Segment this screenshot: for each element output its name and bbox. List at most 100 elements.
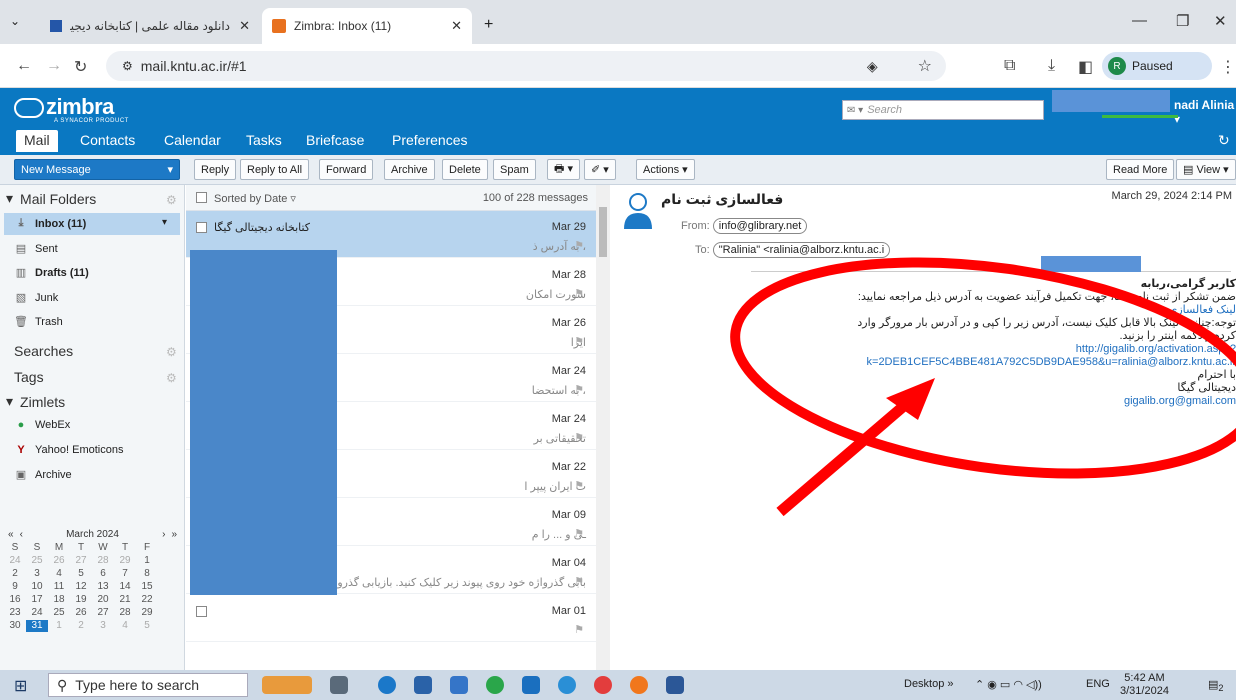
calendar-day[interactable]: 24: [26, 607, 48, 619]
body-email[interactable]: gigalib.org@gmail.com: [836, 395, 1236, 408]
back-icon[interactable]: ←: [16, 57, 32, 75]
prev-month-icon[interactable]: ‹: [20, 529, 23, 540]
tab-preferences[interactable]: Preferences: [392, 132, 467, 148]
folder-trash[interactable]: 🗑 Trash: [14, 315, 63, 329]
edge-icon[interactable]: [378, 676, 396, 694]
calendar-day[interactable]: 24: [4, 555, 26, 567]
notification-center-icon[interactable]: ▤2: [1208, 678, 1224, 693]
calendar-day[interactable]: 4: [114, 620, 136, 632]
sort-dropdown[interactable]: Sorted by Date ▿: [214, 192, 296, 205]
tags-gear-icon[interactable]: ⚙: [166, 371, 177, 385]
close-tab-icon[interactable]: ✕: [239, 18, 250, 34]
clock[interactable]: 5:42 AM 3/31/2024: [1120, 672, 1169, 698]
bookmark-star-icon[interactable]: ☆: [918, 56, 932, 76]
whatsapp-icon[interactable]: [486, 676, 504, 694]
collapse-icon[interactable]: ▾: [6, 393, 13, 410]
profile-button[interactable]: R Paused: [1102, 52, 1212, 80]
calendar-day[interactable]: 22: [136, 594, 158, 606]
calendar-day[interactable]: 30: [4, 620, 26, 632]
zimlets-header[interactable]: ▾ Zimlets: [6, 393, 65, 410]
calendar-day[interactable]: 13: [92, 581, 114, 593]
searches-header[interactable]: Searches: [14, 343, 73, 359]
mail-folders-header[interactable]: ▾ Mail Folders: [6, 190, 96, 207]
calendar-day[interactable]: 3: [26, 568, 48, 580]
read-more-button[interactable]: Read More: [1106, 159, 1175, 180]
calendar-day[interactable]: 29: [114, 555, 136, 567]
calendar-day[interactable]: 4: [48, 568, 70, 580]
calendar-day[interactable]: 15: [136, 581, 158, 593]
message-checkbox[interactable]: [196, 606, 207, 617]
extensions-icon[interactable]: ⧉: [1004, 57, 1015, 75]
calendar-day[interactable]: 9: [4, 581, 26, 593]
new-tab-button[interactable]: +: [484, 16, 493, 34]
calendar-day[interactable]: 21: [114, 594, 136, 606]
download-icon[interactable]: ⤓: [1048, 57, 1055, 75]
reload-icon[interactable]: ↻: [74, 57, 87, 77]
searches-gear-icon[interactable]: ⚙: [166, 345, 177, 359]
inbox-dropdown-icon[interactable]: ▾: [162, 217, 167, 228]
menu-icon[interactable]: ⋮: [1220, 57, 1236, 77]
calendar-day[interactable]: 7: [114, 568, 136, 580]
calendar-day[interactable]: 20: [92, 594, 114, 606]
flag-icon[interactable]: ⚑: [574, 239, 584, 252]
calendar-day[interactable]: 23: [4, 607, 26, 619]
sidepanel-icon[interactable]: ◧: [1078, 57, 1093, 77]
zimlet-webex[interactable]: ● WebEx: [14, 419, 71, 431]
tray-icons[interactable]: ⌃ ◉ ▭ ◠ ◁)): [975, 678, 1042, 691]
word-icon[interactable]: [666, 676, 684, 694]
store-icon[interactable]: [450, 676, 468, 694]
calendar-day[interactable]: 5: [70, 568, 92, 580]
flag-icon[interactable]: ⚑: [574, 575, 584, 588]
calendar-day[interactable]: 19: [70, 594, 92, 606]
select-all-checkbox[interactable]: [196, 192, 207, 203]
calendar-day[interactable]: 31: [26, 620, 48, 632]
calendar-day[interactable]: 14: [114, 581, 136, 593]
list-scrollbar[interactable]: [596, 185, 610, 670]
calendar-day[interactable]: 8: [136, 568, 158, 580]
tags-header[interactable]: Tags: [14, 369, 44, 385]
weather-widget-icon[interactable]: [262, 676, 312, 694]
to-address[interactable]: "Ralinia" <ralinia@alborz.kntu.ac.i: [712, 242, 891, 258]
calendar-day[interactable]: 1: [136, 555, 158, 567]
folder-drafts[interactable]: ▥ Drafts (11): [14, 266, 89, 280]
calendar-day[interactable]: 10: [26, 581, 48, 593]
flag-icon[interactable]: ⚑: [574, 287, 584, 300]
calendar-day[interactable]: 2: [70, 620, 92, 632]
from-address[interactable]: info@glibrary.net: [712, 218, 808, 234]
calendar-day[interactable]: 11: [48, 581, 70, 593]
folder-inbox[interactable]: ⤓ Inbox (11): [14, 217, 87, 230]
view-button[interactable]: ▤ View ▾: [1176, 159, 1236, 180]
activation-link[interactable]: لینک فعالسازی: [836, 304, 1236, 317]
delete-button[interactable]: Delete: [442, 159, 488, 180]
calendar-day[interactable]: 5: [136, 620, 158, 632]
prev-year-icon[interactable]: «: [8, 529, 14, 540]
desktop-toolbar[interactable]: Desktop »: [904, 678, 954, 690]
firefox-icon[interactable]: [630, 676, 648, 694]
browser-tab-library[interactable]: دانلود مقاله علمی | کتابخانه دیجیت ✕: [40, 8, 260, 44]
calendar-day[interactable]: 16: [4, 594, 26, 606]
task-view-icon[interactable]: [330, 676, 348, 694]
flag-icon[interactable]: ⚑: [574, 383, 584, 396]
next-year-icon[interactable]: »: [171, 529, 177, 540]
calendar-day[interactable]: 1: [48, 620, 70, 632]
refresh-icon[interactable]: ↻: [1218, 132, 1230, 149]
forward-button[interactable]: Forward: [319, 159, 374, 180]
tab-mail[interactable]: Mail: [16, 130, 58, 152]
browser-tab-zimbra[interactable]: Zimbra: Inbox (11) ✕: [262, 8, 472, 44]
tab-calendar[interactable]: Calendar: [164, 132, 221, 148]
folder-sent[interactable]: ▤ Sent: [14, 242, 58, 256]
restore-icon[interactable]: ❐: [1176, 12, 1189, 30]
tab-list-chevron-icon[interactable]: ⌄: [10, 14, 20, 28]
message-checkbox[interactable]: [196, 222, 207, 233]
eye-icon[interactable]: ◈: [867, 58, 878, 75]
chrome-icon[interactable]: [594, 676, 612, 694]
calendar-day[interactable]: 12: [70, 581, 92, 593]
scroll-thumb[interactable]: [599, 207, 607, 257]
zimlet-yahoo-emoticons[interactable]: Y Yahoo! Emoticons: [14, 444, 123, 456]
spam-button[interactable]: Spam: [493, 159, 536, 180]
next-month-icon[interactable]: ›: [162, 529, 165, 540]
reply-all-button[interactable]: Reply to All: [240, 159, 310, 180]
user-menu[interactable]: nadi Alinia ▾: [1174, 98, 1236, 126]
archive-button[interactable]: Archive: [384, 159, 435, 180]
telegram-icon[interactable]: [558, 676, 576, 694]
